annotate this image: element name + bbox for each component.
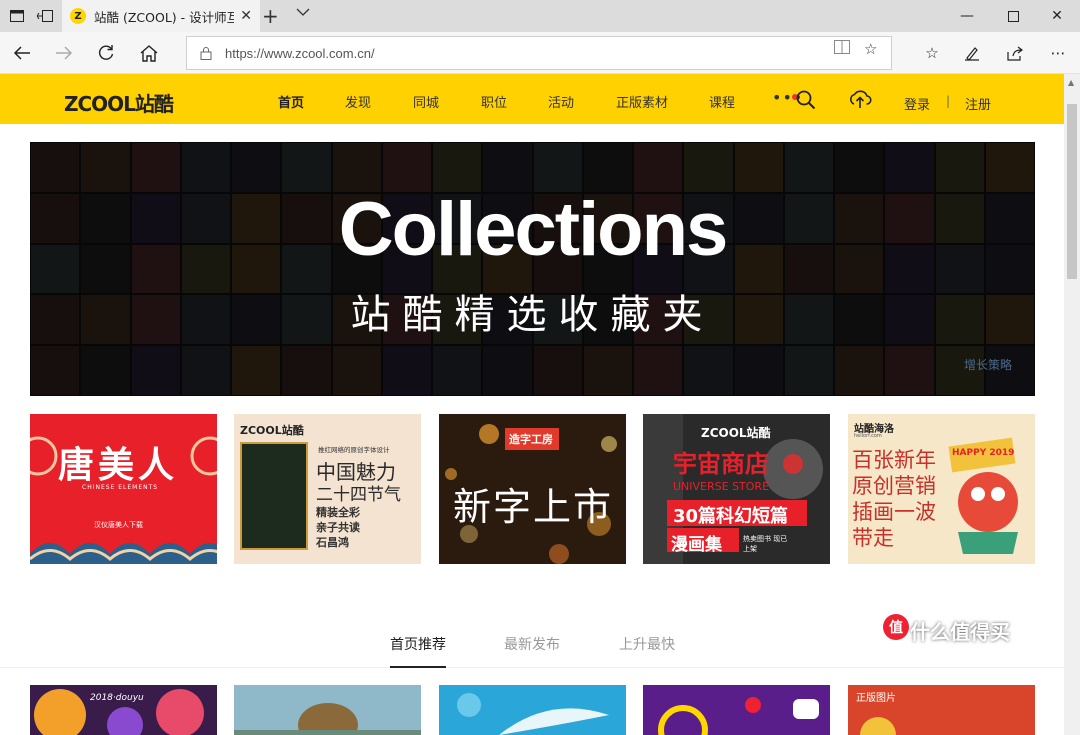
festival-illustration <box>860 717 896 735</box>
nav-jobs[interactable]: 职位 <box>481 92 507 111</box>
card-title-line2: 二十四节气 <box>316 485 401 505</box>
collections-banner[interactable]: Collections 站酷精选收藏夹 增长策略 <box>30 142 1035 396</box>
back-icon[interactable] <box>10 42 34 64</box>
card-title: 新字上市 <box>453 485 614 529</box>
nav-events[interactable]: 活动 <box>548 92 574 111</box>
card-brand: ZCOOL站酷 <box>701 426 771 440</box>
active-tab-indicator <box>390 666 446 668</box>
nav-home[interactable]: 首页 <box>278 92 304 111</box>
feed-item-thumbnail[interactable] <box>439 685 626 735</box>
card-headline: 30篇科幻短篇 <box>673 506 789 527</box>
card-line4: 带走 <box>852 526 894 550</box>
share-icon[interactable] <box>1003 42 1027 64</box>
url-field[interactable]: https://www.zcool.com.cn/ <box>186 36 892 70</box>
tab-recommended[interactable]: 首页推荐 <box>390 634 446 654</box>
banner-subtitle: 站酷精选收藏夹 <box>350 292 715 338</box>
close-window-icon[interactable]: ✕ <box>1034 0 1080 32</box>
nav-licensed-assets[interactable]: 正版素材 <box>616 92 668 111</box>
feed-item-thumbnail[interactable]: 2018·douyu <box>30 685 217 735</box>
watermark-logo-icon: 值 <box>883 614 909 640</box>
more-options-icon[interactable]: ⋯ <box>1046 42 1070 64</box>
set-tabs-aside-icon[interactable] <box>34 5 56 27</box>
neon-illustration <box>658 697 819 735</box>
browser-tab[interactable]: Z 站酷 (ZCOOL) - 设计师互 ✕ <box>62 0 260 32</box>
promo-card-new-font[interactable]: 造字工房 新字上市 <box>439 414 626 564</box>
lock-icon <box>200 47 212 60</box>
address-bar: https://www.zcool.com.cn/ ☆ ☆ ⋯ <box>0 32 1080 74</box>
banner-corner-text: 增长策略 <box>964 358 1013 372</box>
chevron-down-icon[interactable] <box>296 6 310 20</box>
forward-icon[interactable] <box>52 42 76 64</box>
promo-card-solar-terms-book[interactable]: ZCOOL站酷 推红网络的原创字体设计 中国魅力 二十四节气 精装全彩 亲子共读… <box>234 414 421 564</box>
minimize-icon[interactable]: — <box>944 0 990 32</box>
promo-card-tang-meiren[interactable]: 唐美人 CHINESE ELEMENTS 汉仪唐美人下载 <box>30 414 217 564</box>
browser-window: Z 站酷 (ZCOOL) - 设计师互 ✕ + — ✕ https://www.… <box>0 0 1080 735</box>
home-icon[interactable] <box>137 42 161 64</box>
site-header: ZCOOL站酷 首页 发现 同城 职位 活动 正版素材 课程 ••• 登录 | … <box>0 74 1064 124</box>
login-link[interactable]: 登录 <box>904 94 930 113</box>
tab-close-icon[interactable]: ✕ <box>240 8 252 24</box>
tab-actions-icon[interactable] <box>6 5 28 27</box>
card-title: 宇宙商店 <box>673 450 769 478</box>
card-subtitle: CHINESE ELEMENTS <box>82 484 159 491</box>
nav-courses[interactable]: 课程 <box>709 92 735 111</box>
tab-latest[interactable]: 最新发布 <box>504 634 560 654</box>
feed-item-thumbnail[interactable] <box>234 685 421 735</box>
favorites-icon[interactable]: ☆ <box>920 42 944 64</box>
zcool-logo[interactable]: ZCOOL站酷 <box>64 88 174 117</box>
search-icon[interactable] <box>796 90 816 114</box>
card-domain: hellorf.com <box>854 433 882 439</box>
nav-discover[interactable]: 发现 <box>345 92 371 111</box>
nav-separator: | <box>946 94 951 108</box>
card-caption: 汉仪唐美人下载 <box>94 521 143 529</box>
card-brand: ZCOOL站酷 <box>240 424 304 437</box>
new-tab-icon[interactable]: + <box>262 4 279 28</box>
banner-title: Collections <box>338 187 729 272</box>
url-text: https://www.zcool.com.cn/ <box>225 45 375 61</box>
refresh-icon[interactable] <box>94 42 118 64</box>
promo-card-new-year-illustrations[interactable]: 站酷海洛 hellorf.com HAPPY 2019 百张新年 原创营销 插画… <box>848 414 1035 564</box>
favorite-star-icon[interactable]: ☆ <box>864 40 877 58</box>
tab-strip: Z 站酷 (ZCOOL) - 设计师互 ✕ + — ✕ <box>0 0 1080 32</box>
tab-trending[interactable]: 上升最快 <box>619 634 675 654</box>
card-badge: HAPPY 2019 <box>952 448 1015 458</box>
scroll-up-icon[interactable]: ▲ <box>1068 78 1074 87</box>
card-author: 石昌鸿 <box>316 536 349 549</box>
still-life-illustration <box>234 703 421 735</box>
vertical-scrollbar[interactable]: ▲ <box>1064 74 1080 735</box>
whale-illustration <box>457 693 609 735</box>
maximize-icon[interactable] <box>990 0 1036 32</box>
tab-title: 站酷 (ZCOOL) - 设计师互 <box>94 9 234 25</box>
pen-icon[interactable] <box>960 42 984 64</box>
promo-card-universe-store[interactable]: ZCOOL站酷 宇宙商店 UNIVERSE STORE 30篇科幻短篇 漫画集 … <box>643 414 830 564</box>
card-title: 唐美人 <box>58 445 179 486</box>
zcool-favicon-icon: Z <box>70 8 86 24</box>
reading-view-icon[interactable] <box>834 40 850 58</box>
card-headline-2: 漫画集 <box>671 535 722 555</box>
scrollbar-thumb[interactable] <box>1067 104 1077 279</box>
upload-cloud-icon[interactable] <box>848 89 872 113</box>
card-line3: 精装全彩 <box>316 506 360 519</box>
card-caption: 热卖图书 现已上架 <box>743 535 788 553</box>
card-subtitle: UNIVERSE STORE <box>673 480 770 493</box>
feed-item-thumbnail[interactable]: 正版图片 <box>848 685 1035 735</box>
register-link[interactable]: 注册 <box>965 94 991 113</box>
book-cover-image <box>240 442 308 550</box>
watermark-text: 什么值得买 <box>910 620 1010 644</box>
card-tagline: 推红网络的原创字体设计 <box>318 446 390 454</box>
card-line4: 亲子共读 <box>316 521 360 534</box>
feed-item-thumbnail[interactable] <box>643 685 830 735</box>
card-brand: 造字工房 <box>509 433 553 446</box>
nav-local[interactable]: 同城 <box>413 92 439 111</box>
thumb-label: 2018·douyu <box>90 693 144 703</box>
